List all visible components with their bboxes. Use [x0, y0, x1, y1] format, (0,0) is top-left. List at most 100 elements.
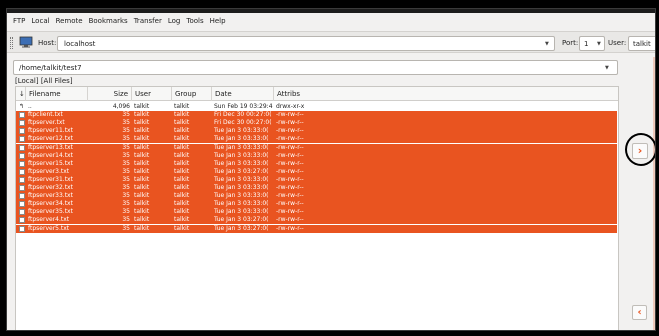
file-icon	[19, 201, 25, 208]
cell-attribs: -rw-rw-r--	[276, 200, 304, 208]
column-size[interactable]: Size	[88, 87, 132, 101]
cell-attribs: -rw-rw-r--	[276, 143, 304, 151]
cell-date: Tue Jan 3 03:33:0(	[214, 208, 269, 216]
column-date[interactable]: Date	[212, 87, 274, 101]
column-filename[interactable]: Filename	[26, 87, 88, 101]
table-row[interactable]: ftpserver5.txt 35 talkit talkit Tue Jan 3 03…	[16, 224, 617, 233]
cell-size: 35	[122, 119, 130, 127]
cell-group: talkit	[174, 151, 190, 159]
file-icon	[19, 225, 25, 232]
port-label: Port:	[562, 39, 579, 47]
cell-size: 35	[122, 167, 130, 175]
local-panel: /home/talkit/test7 ▼ [Local] [All Files]…	[9, 57, 622, 330]
table-row[interactable]: ftpserver15.txt 35 talkit talkit Tue Jan 3 0…	[16, 159, 617, 168]
column-group[interactable]: Group	[172, 87, 212, 101]
cell-filename: ftpserver14.txt	[28, 151, 73, 159]
cell-size: 35	[122, 111, 130, 119]
local-path-combo[interactable]: /home/talkit/test7	[13, 60, 618, 75]
cell-group: talkit	[174, 167, 190, 175]
table-row[interactable]: ftpserver13.txt 35 talkit talkit Tue Jan 3 0…	[16, 143, 617, 152]
cell-group: talkit	[174, 175, 190, 183]
local-file-table[interactable]: ↓ Filename Size User Group Date Attribs …	[15, 86, 619, 330]
cell-date: Tue Jan 3 03:33:0(	[214, 135, 269, 143]
cell-date: Tue Jan 3 03:33:0(	[214, 200, 269, 208]
cell-filename: ftpserver3.txt	[28, 167, 70, 175]
user-label: User:	[608, 39, 627, 47]
cell-filename: ftpserver11.txt	[28, 127, 73, 135]
table-row[interactable]: ftpserver31.txt 35 talkit talkit Tue Jan 3 0…	[16, 175, 617, 184]
host-input[interactable]: localhost	[57, 36, 555, 51]
chevron-down-icon[interactable]: ▼	[545, 41, 549, 47]
cell-attribs: -rw-rw-r--	[276, 135, 304, 143]
file-icon	[19, 209, 25, 216]
table-header: ↓ Filename Size User Group Date Attribs	[16, 87, 618, 101]
monitor-icon[interactable]	[19, 36, 33, 48]
sort-icon[interactable]: ↓	[16, 87, 26, 101]
user-input[interactable]: talkit	[628, 36, 655, 51]
column-user[interactable]: User	[132, 87, 172, 101]
cell-filename: ftpserver32.txt	[28, 184, 73, 191]
table-row[interactable]: ftpserver33.txt 35 talkit talkit Tue Jan 3 0…	[16, 192, 617, 201]
cell-date: Tue Jan 3 03:33:0(	[214, 151, 269, 159]
cell-date: Tue Jan 3 03:27:0(	[214, 216, 269, 224]
cell-user: talkit	[134, 200, 150, 208]
cell-size: 35	[122, 216, 130, 224]
table-row[interactable]: ftpserver32.txt 35 talkit talkit Tue Jan 3 0…	[16, 184, 617, 192]
table-row[interactable]: ftpclient.txt 35 talkit talkit Fri Dec 30 00…	[16, 111, 617, 120]
cell-attribs: -rw-rw-r--	[276, 184, 304, 191]
cell-size: 4,096	[112, 103, 130, 110]
table-row[interactable]: ftpserver11.txt 35 talkit talkit Tue Jan 3 0…	[16, 127, 617, 136]
table-row[interactable]: ftpserver35.txt 35 talkit talkit Tue Jan 3 0…	[16, 208, 617, 217]
cell-filename: ftpserver15.txt	[28, 159, 73, 167]
file-icon	[19, 160, 25, 167]
cell-attribs: -rw-rw-r--	[276, 208, 304, 216]
port-spinner[interactable]: 1	[579, 36, 605, 51]
cell-attribs: -rw-rw-r--	[276, 151, 304, 159]
table-row[interactable]: ftpserver14.txt 35 talkit talkit Tue Jan 3 0…	[16, 151, 617, 160]
menu-log[interactable]: Log	[168, 17, 181, 25]
cell-group: talkit	[174, 216, 190, 224]
table-row[interactable]: ftpserver3.txt 35 talkit talkit Tue Jan 3 03…	[16, 167, 617, 176]
menu-remote[interactable]: Remote	[56, 17, 83, 25]
menu-transfer[interactable]: Transfer	[134, 17, 162, 25]
cell-group: talkit	[174, 192, 190, 200]
cell-date: Tue Jan 3 03:33:0(	[214, 184, 269, 191]
cell-filename: ftpserver5.txt	[28, 224, 70, 232]
cell-user: talkit	[134, 127, 150, 135]
table-row[interactable]: ftpserver34.txt 35 talkit talkit Tue Jan 3 0…	[16, 200, 617, 209]
cell-user: talkit	[134, 224, 150, 232]
cell-group: talkit	[174, 143, 190, 151]
file-icon	[19, 144, 25, 151]
cell-user: talkit	[134, 208, 150, 216]
file-icon	[19, 128, 25, 135]
menu-local[interactable]: Local	[31, 17, 49, 25]
host-label: Host:	[38, 39, 57, 47]
table-row[interactable]: ↰.. 4,096 talkit talkit Sun Feb 19 03:29:4 dr…	[16, 103, 617, 111]
cell-filename: ..	[28, 103, 32, 110]
cell-group: talkit	[174, 111, 190, 119]
menu-bookmarks[interactable]: Bookmarks	[89, 17, 128, 25]
cell-date: Sun Feb 19 03:29:4	[214, 103, 273, 110]
menu-tools[interactable]: Tools	[186, 17, 203, 25]
cell-size: 35	[122, 200, 130, 208]
menu-help[interactable]: Help	[210, 17, 226, 25]
cell-date: Tue Jan 3 03:33:0(	[214, 159, 269, 167]
chevron-down-icon[interactable]: ▼	[597, 41, 601, 47]
cell-filename: ftpserver4.txt	[28, 216, 70, 224]
cell-date: Fri Dec 30 00:27:0(	[214, 119, 272, 127]
cell-attribs: -rw-rw-r--	[276, 216, 304, 224]
cell-date: Tue Jan 3 03:33:0(	[214, 143, 269, 151]
toolbar-grip[interactable]	[10, 37, 13, 49]
menu-ftp[interactable]: FTP	[13, 17, 25, 25]
chevron-down-icon[interactable]: ▼	[605, 65, 609, 71]
cell-filename: ftpserver33.txt	[28, 192, 73, 200]
cell-size: 35	[122, 184, 130, 191]
table-row[interactable]: ftpserver4.txt 35 talkit talkit Tue Jan 3 03…	[16, 216, 617, 225]
chevron-left-icon[interactable]: ‹	[632, 305, 647, 320]
table-row[interactable]: ftpserver12.txt 35 talkit talkit Tue Jan 3 0…	[16, 135, 617, 144]
menu-bar: FTP Local Remote Bookmarks Transfer Log …	[7, 14, 655, 28]
cell-user: talkit	[134, 184, 150, 191]
column-attribs[interactable]: Attribs	[274, 87, 620, 101]
connection-toolbar: Host: localhost ▼ Port: 1 ▼ User: talkit	[7, 31, 655, 53]
table-row[interactable]: ftpserver.txt 35 talkit talkit Fri Dec 30 00…	[16, 119, 617, 128]
